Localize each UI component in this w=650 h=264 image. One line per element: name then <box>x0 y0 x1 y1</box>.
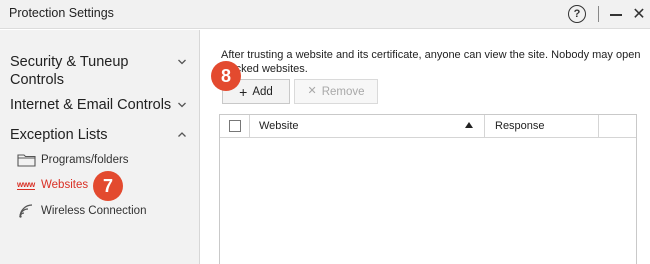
column-header-label: Response <box>495 120 545 132</box>
window-title: Protection Settings <box>9 6 114 20</box>
help-button[interactable]: ? <box>566 3 588 25</box>
chevron-down-icon <box>178 102 186 108</box>
sidebar-subitem-wireless-connection[interactable]: Wireless Connection <box>16 201 146 221</box>
chevron-up-icon <box>178 132 186 137</box>
wifi-icon <box>16 203 36 219</box>
sort-ascending-icon <box>465 122 473 128</box>
main-panel: After trusting a website and its certifi… <box>201 30 650 264</box>
plus-icon: + <box>239 83 248 100</box>
chevron-down-icon <box>178 59 186 65</box>
websites-table: Website Response <box>219 114 637 264</box>
close-icon: ✕ <box>632 6 646 23</box>
titlebar-divider <box>598 6 599 22</box>
step-badge-websites: 7 <box>93 171 123 201</box>
select-all-cell <box>220 115 250 137</box>
sidebar: Security & Tuneup Controls Internet & Em… <box>0 30 200 264</box>
remove-x-icon: ✕ <box>307 85 317 97</box>
remove-button-label: Remove <box>321 85 365 98</box>
minimize-button[interactable] <box>605 3 627 25</box>
select-all-checkbox[interactable] <box>228 120 241 132</box>
table-header: Website Response <box>220 115 636 138</box>
sidebar-subitem-label: Wireless Connection <box>41 205 147 217</box>
sidebar-item-label: Exception Lists <box>10 127 108 143</box>
www-icon: www <box>16 179 36 190</box>
sidebar-item-label: Internet & Email Controls <box>10 97 172 113</box>
title-bar: Protection Settings ? ✕ <box>0 0 650 29</box>
sidebar-subitem-websites[interactable]: www Websites <box>16 175 88 195</box>
column-header-label: Website <box>259 120 299 132</box>
sidebar-item-label: Security & Tuneup Controls <box>10 54 129 88</box>
column-header-website[interactable]: Website <box>250 115 485 137</box>
add-button-label: Add <box>252 85 273 98</box>
sidebar-subitem-label: Programs/folders <box>41 154 129 166</box>
sidebar-subitem-programs-folders[interactable]: Programs/folders <box>16 150 129 170</box>
folder-icon <box>16 152 36 168</box>
sidebar-subitem-label: Websites <box>41 179 89 191</box>
column-header-response[interactable]: Response <box>485 115 599 137</box>
sidebar-item-internet-email[interactable]: Internet & Email Controls <box>10 96 190 114</box>
websites-description: After trusting a website and its certifi… <box>221 49 641 75</box>
question-circle-icon: ? <box>568 5 586 23</box>
remove-button[interactable]: ✕ Remove <box>294 79 378 104</box>
step-badge-add: 8 <box>211 61 241 91</box>
close-button[interactable]: ✕ <box>628 3 650 25</box>
minimize-icon <box>610 14 622 16</box>
sidebar-item-exception-lists[interactable]: Exception Lists <box>10 126 190 144</box>
sidebar-item-security-tuneup[interactable]: Security & Tuneup Controls <box>10 53 190 89</box>
